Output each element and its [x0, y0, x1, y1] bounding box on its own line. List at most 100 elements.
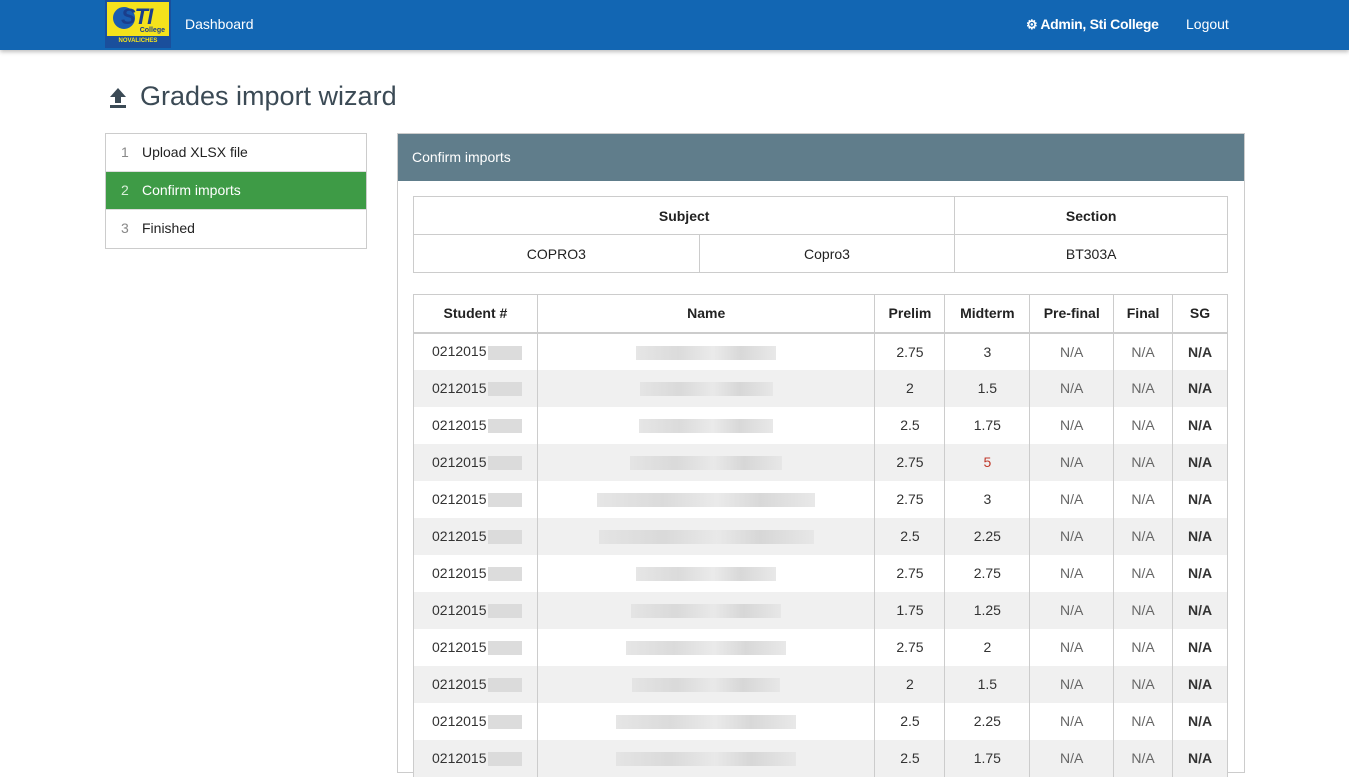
midterm-cell: 2.75 [944, 554, 1031, 592]
student-number: 0212015 [432, 675, 487, 692]
redacted-student-name [597, 493, 816, 508]
gear-icon: ⚙ [1026, 17, 1038, 32]
student-number: 0212015 [432, 601, 487, 618]
table-row: 0212015 2.75 2.75 N/A N/A N/A [413, 554, 1228, 592]
page-title: Grades import wizard [108, 81, 397, 112]
step-label: Upload XLSX file [142, 144, 248, 160]
step-label: Confirm imports [142, 182, 241, 198]
student-name-cell [536, 443, 876, 481]
final-cell: N/A [1113, 628, 1174, 666]
wizard-step[interactable]: 2 Confirm imports [106, 172, 366, 210]
sg-cell: N/A [1172, 554, 1228, 592]
student-name-cell [536, 739, 876, 777]
subject-table: Subject Section COPRO3 Copro3 BT303A [412, 196, 1228, 273]
sg-cell: N/A [1172, 517, 1228, 555]
sg-cell: N/A [1172, 480, 1228, 518]
student-number-cell: 0212015 [413, 591, 538, 629]
student-number: 0212015 [432, 749, 487, 766]
student-number-cell: 0212015 [413, 665, 538, 703]
student-number-cell: 0212015 [413, 739, 538, 777]
redacted-student-number [487, 345, 522, 360]
wizard-step[interactable]: 1 Upload XLSX file [106, 134, 366, 172]
final-cell: N/A [1113, 665, 1174, 703]
redacted-student-number [487, 419, 522, 434]
sg-cell: N/A [1172, 591, 1228, 629]
table-row: 0212015 2.5 1.75 N/A N/A N/A [413, 739, 1228, 777]
student-number: 0212015 [432, 527, 487, 544]
midterm-cell: 3 [944, 332, 1031, 370]
prelim-cell: 2.75 [874, 480, 946, 518]
subject-header: Subject [412, 196, 956, 235]
redacted-student-name [616, 715, 797, 730]
table-row: 0212015 2.5 2.25 N/A N/A N/A [413, 702, 1228, 740]
prefinal-cell: N/A [1029, 591, 1115, 629]
student-number-cell: 0212015 [413, 480, 538, 518]
student-number-cell: 0212015 [413, 332, 538, 370]
student-number-cell: 0212015 [413, 369, 538, 407]
col-prefinal: Pre-final [1029, 294, 1115, 334]
student-number: 0212015 [432, 416, 487, 433]
prefinal-cell: N/A [1029, 739, 1115, 777]
student-name-cell [536, 480, 876, 518]
final-cell: N/A [1113, 702, 1174, 740]
prelim-cell: 2 [874, 369, 946, 407]
student-number: 0212015 [432, 379, 487, 396]
section-value: BT303A [954, 234, 1228, 273]
sg-cell: N/A [1172, 702, 1228, 740]
nav-dashboard-link[interactable]: Dashboard [185, 16, 254, 32]
table-row: 0212015 2.75 5 N/A N/A N/A [413, 443, 1228, 481]
midterm-cell: 1.25 [944, 591, 1031, 629]
prelim-cell: 2.75 [874, 443, 946, 481]
wizard-step[interactable]: 3 Finished [106, 210, 366, 248]
prefinal-cell: N/A [1029, 480, 1115, 518]
prefinal-cell: N/A [1029, 332, 1115, 370]
redacted-student-number [487, 382, 522, 397]
midterm-cell: 2.25 [944, 702, 1031, 740]
redacted-student-name [639, 382, 773, 397]
table-row: 0212015 2.75 3 N/A N/A N/A [413, 332, 1228, 370]
upload-icon [108, 85, 128, 116]
student-number-cell: 0212015 [413, 702, 538, 740]
table-row: 0212015 2 1.5 N/A N/A N/A [413, 369, 1228, 407]
col-midterm: Midterm [944, 294, 1031, 334]
prefinal-cell: N/A [1029, 628, 1115, 666]
page-title-text: Grades import wizard [140, 81, 397, 111]
final-cell: N/A [1113, 406, 1174, 444]
prefinal-cell: N/A [1029, 369, 1115, 407]
redacted-student-number [487, 715, 522, 730]
wizard-steps: 1 Upload XLSX file 2 Confirm imports 3 Finish… [105, 133, 367, 249]
student-name-cell [536, 332, 876, 370]
redacted-student-number [487, 493, 522, 508]
student-name-cell [536, 628, 876, 666]
step-number: 1 [121, 144, 129, 160]
sg-cell: N/A [1172, 332, 1228, 370]
student-number-cell: 0212015 [413, 443, 538, 481]
midterm-cell: 1.75 [944, 739, 1031, 777]
redacted-student-number [487, 530, 522, 545]
midterm-cell: 1.5 [944, 665, 1031, 703]
student-name-cell [536, 554, 876, 592]
prefinal-cell: N/A [1029, 443, 1115, 481]
sti-logo[interactable]: STI College NOVALICHES [105, 0, 171, 48]
logo-branch: NOVALICHES [107, 36, 169, 46]
midterm-cell: 2 [944, 628, 1031, 666]
redacted-student-name [626, 641, 787, 656]
redacted-student-name [636, 567, 777, 582]
redacted-student-number [487, 456, 522, 471]
prelim-cell: 2.5 [874, 406, 946, 444]
user-menu-link[interactable]: ⚙ Admin, Sti College [1026, 16, 1159, 33]
prelim-cell: 1.75 [874, 591, 946, 629]
redacted-student-name [598, 530, 814, 545]
final-cell: N/A [1113, 739, 1174, 777]
table-row: 0212015 2.5 2.25 N/A N/A N/A [413, 517, 1228, 555]
student-number-cell: 0212015 [413, 628, 538, 666]
redacted-student-number [487, 604, 522, 619]
student-number: 0212015 [432, 564, 487, 581]
student-name-cell [536, 702, 876, 740]
final-cell: N/A [1113, 591, 1174, 629]
logout-link[interactable]: Logout [1186, 16, 1229, 32]
redacted-student-number [487, 567, 522, 582]
final-cell: N/A [1113, 554, 1174, 592]
final-cell: N/A [1113, 517, 1174, 555]
student-number: 0212015 [432, 490, 487, 507]
